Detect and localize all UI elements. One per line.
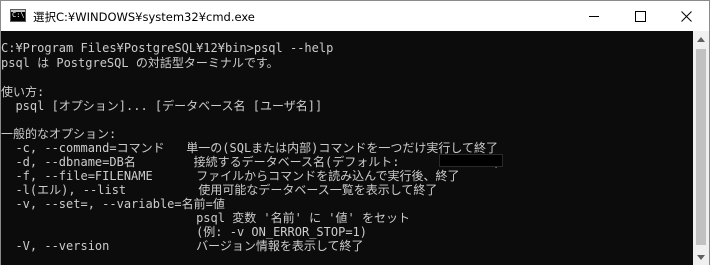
cmd-icon-prompt: C:\ xyxy=(12,11,25,19)
console-line: psql は PostgreSQL の対話型ターミナルです。 xyxy=(1,56,279,70)
scroll-up-arrow-icon xyxy=(697,36,705,42)
minimize-icon xyxy=(589,15,599,17)
title-path: C:¥WINDOWS¥system32¥cmd.exe xyxy=(56,10,255,24)
minimize-button[interactable] xyxy=(571,1,617,31)
scroll-down-button[interactable] xyxy=(693,249,709,265)
redaction-box xyxy=(439,154,503,167)
close-button[interactable] xyxy=(663,1,709,31)
maximize-button[interactable] xyxy=(617,1,663,31)
console-line: -V, --version バージョン情報を表示して終了 xyxy=(1,239,364,253)
console-line: -v, --set=, --variable=名前=値 xyxy=(1,197,225,211)
console-line: -l(エル), --list 使用可能なデータベース一覧を表示して終了 xyxy=(1,183,438,197)
console-line: 使い方: xyxy=(1,85,45,99)
close-icon xyxy=(680,10,692,22)
scroll-up-button[interactable] xyxy=(693,31,709,47)
console-line: -f, --file=FILENAME ファイルからコマンドを読み込んで実行後、… xyxy=(1,169,460,183)
console-line: C:¥Program Files¥PostgreSQL¥12¥bin>psql … xyxy=(1,41,334,55)
cmd-icon[interactable]: C:\ xyxy=(10,9,26,22)
console-line: -c, --command=コマンド 単一の(SQLまたは内部)コマンドを一つだ… xyxy=(1,141,499,155)
vertical-scrollbar[interactable] xyxy=(693,31,709,265)
console-output[interactable]: C:¥Program Files¥PostgreSQL¥12¥bin>psql … xyxy=(1,31,693,265)
scroll-down-arrow-icon xyxy=(697,254,705,260)
scroll-thumb[interactable] xyxy=(696,49,706,245)
console-line: -d, --dbname=DB名 接続するデータベース名(デフォルト: ) xyxy=(1,155,501,169)
maximize-icon xyxy=(634,10,646,22)
console-line: psql [オプション]... [データベース名 [ユーザ名]] xyxy=(1,99,323,113)
window-title: 選択C:¥WINDOWS¥system32¥cmd.exe xyxy=(33,9,255,25)
console-line: psql 変数 '名前' に '値' をセット xyxy=(1,211,410,225)
title-prefix: 選択 xyxy=(33,10,56,24)
cmd-window: C:\ 選択C:¥WINDOWS¥system32¥cmd.exe C:¥Pro… xyxy=(0,0,710,265)
console-line: 一般的なオプション: xyxy=(1,127,117,141)
title-bar[interactable]: C:\ 選択C:¥WINDOWS¥system32¥cmd.exe xyxy=(1,1,709,31)
console-line: (例: -v ON_ERROR_STOP=1) xyxy=(1,225,368,239)
